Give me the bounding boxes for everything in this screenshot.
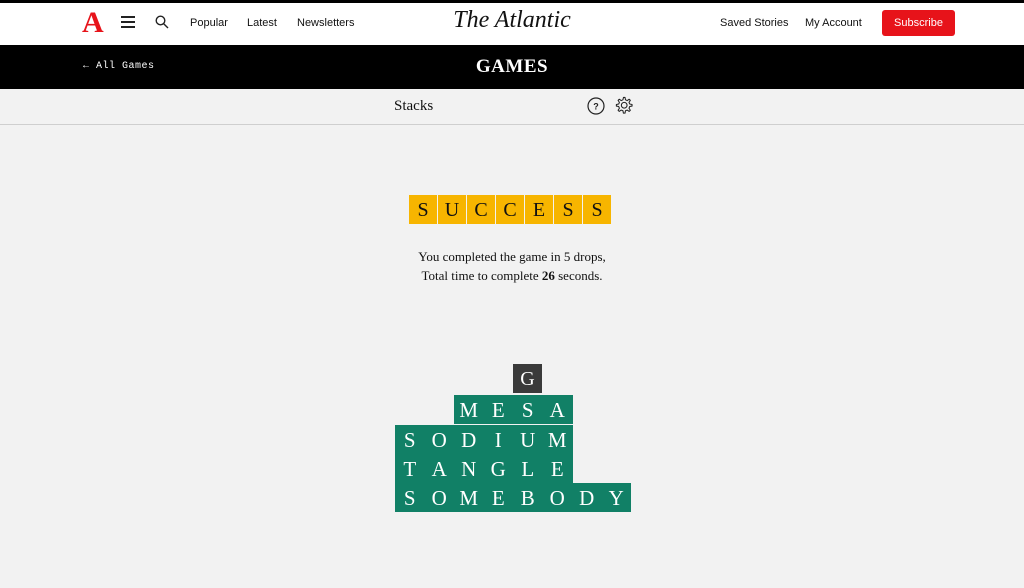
success-letter-tile: S (583, 195, 611, 224)
stack-letter: N (461, 457, 477, 481)
stack-word-row: SODIUM (395, 425, 573, 454)
stack-letter: M (459, 486, 479, 510)
hamburger-menu-icon[interactable] (121, 16, 135, 28)
result-message: You completed the game in 5 drops, Total… (0, 247, 1024, 285)
saved-stories-link[interactable]: Saved Stories (720, 17, 788, 29)
my-account-link[interactable]: My Account (805, 17, 862, 29)
stack-letter: A (431, 457, 447, 481)
stack-letter: Y (608, 486, 624, 510)
stack-letter: O (549, 486, 565, 510)
all-games-link[interactable]: ← All Games (83, 61, 155, 72)
games-bar: ← All Games GAMES (0, 45, 1024, 89)
result-time-line: Total time to complete 26 seconds. (0, 266, 1024, 285)
games-title[interactable]: GAMES (476, 56, 548, 77)
result-seconds: 26 (541, 268, 555, 283)
result-time-suffix: seconds. (558, 268, 603, 283)
help-icon[interactable]: ? (587, 97, 605, 115)
success-letter-tile: C (496, 195, 524, 224)
game-title: Stacks (394, 98, 434, 114)
stack-letter: S (521, 398, 534, 422)
stack-letter: E (491, 486, 505, 510)
stack-letter: L (521, 457, 535, 481)
success-letter-tile: E (525, 195, 553, 224)
stack-letter: A (549, 398, 565, 422)
stack-letter: M (459, 398, 479, 422)
nav-latest[interactable]: Latest (247, 17, 277, 29)
subscribe-button[interactable]: Subscribe (882, 10, 955, 36)
svg-text:?: ? (593, 102, 599, 112)
stack-letter: B (520, 486, 535, 510)
stack-letter: I (494, 428, 502, 452)
success-letter-tile: S (554, 195, 582, 224)
nav-newsletters[interactable]: Newsletters (297, 17, 354, 29)
stack-word-row: SOMEBODY (395, 483, 631, 512)
stack-letter: S (403, 428, 416, 452)
brand-title[interactable]: The Atlantic (453, 7, 571, 33)
result-drops-line: You completed the game in 5 drops, (418, 249, 606, 264)
atlantic-logo[interactable]: A (82, 7, 104, 39)
stack-letter: D (461, 428, 477, 452)
search-icon[interactable] (155, 15, 169, 29)
game-toolbar: Stacks ? (0, 89, 1024, 125)
site-header: A Popular Latest Newsletters The Atlanti… (0, 3, 1024, 45)
gear-icon[interactable] (614, 96, 633, 115)
stack-letter: G (490, 457, 506, 481)
nav-popular[interactable]: Popular (190, 17, 228, 29)
stack-word-row: TANGLE (395, 454, 573, 483)
stack-word-row: MESA (454, 395, 573, 424)
stack-letter: S (403, 486, 416, 510)
success-letter-tile: S (409, 195, 437, 224)
success-banner: S U C C E S S (409, 195, 611, 224)
success-letter-tile: U (438, 195, 466, 224)
stack-letter: O (431, 428, 447, 452)
result-time-prefix: Total time to complete (421, 268, 539, 283)
stack-letter: O (431, 486, 447, 510)
stack-letter: U (520, 428, 536, 452)
stack-letter: M (547, 428, 567, 452)
falling-letter-tile: G (513, 364, 542, 393)
stack-letter: E (491, 398, 505, 422)
success-letter-tile: C (467, 195, 495, 224)
stack-letter: D (579, 486, 595, 510)
stack-letter: E (550, 457, 564, 481)
stack-letter: T (403, 457, 417, 481)
